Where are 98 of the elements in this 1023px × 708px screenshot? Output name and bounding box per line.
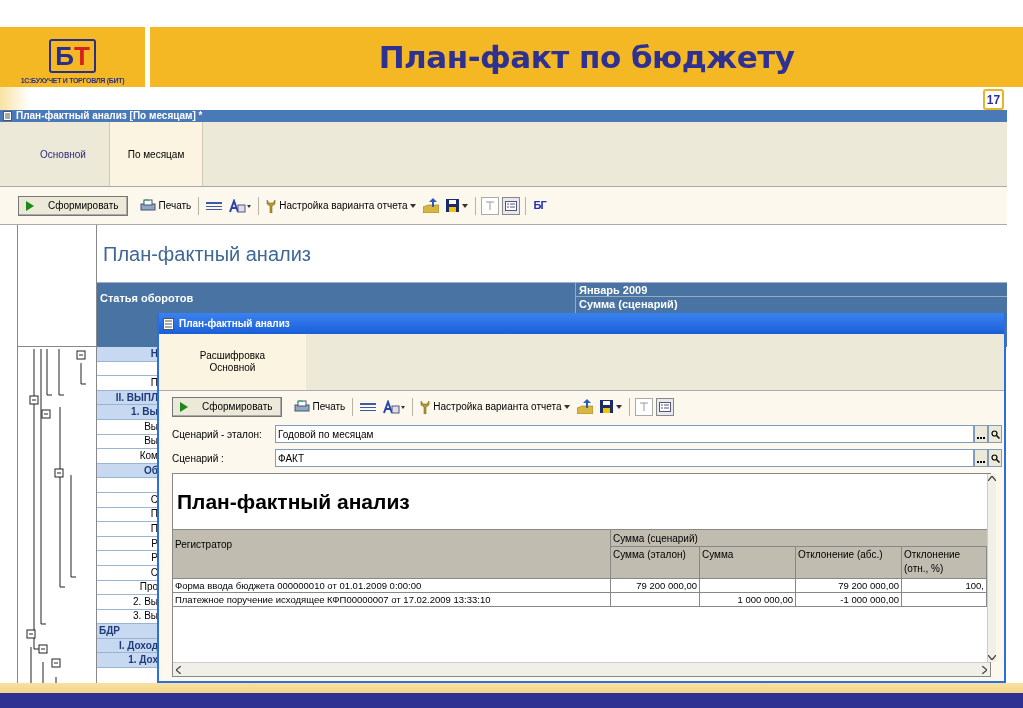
printer-icon: [139, 199, 156, 212]
select-button[interactable]: [974, 425, 988, 443]
horizontal-scrollbar[interactable]: [173, 662, 990, 676]
column-header: Сумма (сценарий): [613, 531, 698, 546]
row-label: П: [150, 378, 158, 388]
lines-icon: [206, 199, 223, 212]
document-icon: [3, 111, 12, 121]
wrench-icon: [266, 198, 277, 213]
row-label: 3. Вы: [133, 611, 158, 622]
upload-icon: [577, 399, 594, 414]
list-toggle-button[interactable]: [656, 397, 675, 416]
row-label: П: [150, 509, 158, 520]
tab[interactable]: Расшифровка Основной: [159, 334, 306, 390]
company-logo: БТ: [49, 38, 96, 73]
slide-title: План-факт по бюджету: [378, 37, 795, 77]
document-icon: [163, 317, 174, 330]
vertical-scrollbar[interactable]: [987, 474, 996, 662]
tab[interactable]: По месяцам: [110, 122, 203, 186]
upload-button[interactable]: [421, 195, 442, 216]
search-icon: [990, 429, 1000, 439]
wrench-icon: [420, 399, 431, 414]
table-cell: -1 000 000,00: [840, 594, 899, 605]
field-label: Сценарий - эталон:: [172, 427, 263, 442]
scroll-down-icon: [988, 655, 996, 660]
printer-icon: [293, 400, 310, 413]
search-icon: [990, 453, 1000, 463]
search-button[interactable]: [988, 425, 1002, 443]
play-icon: [26, 200, 34, 211]
input-field[interactable]: ФАКТ: [275, 449, 974, 467]
column-header: Январь 2009: [576, 283, 1007, 297]
list-icon: [659, 401, 672, 412]
row-label: Р: [151, 553, 158, 564]
select-button[interactable]: [974, 449, 988, 467]
scroll-left-icon: [176, 665, 181, 674]
input-field[interactable]: Годовой по месяцам: [275, 425, 974, 443]
table-cell: 79 200 000,00: [636, 580, 697, 591]
row-label: II. ВЫПЛ: [115, 392, 158, 403]
row-label: Ком: [139, 450, 158, 461]
row-label: С: [150, 494, 158, 505]
generate-button[interactable]: Сформировать: [18, 195, 128, 216]
row-label: Об: [144, 465, 158, 476]
caret-icon: [462, 203, 469, 208]
play-icon: [180, 401, 188, 412]
row-label: Про: [139, 582, 158, 593]
column-header: Отклонение (абс.): [798, 549, 883, 560]
print-button[interactable]: Печать: [137, 195, 194, 216]
table-cell: 1 000 000,00: [737, 594, 793, 605]
lines-icon: [360, 400, 377, 413]
font-format-icon: [383, 399, 406, 414]
save-icon: [600, 400, 614, 413]
row-label: 1. Дох: [128, 655, 158, 666]
column-header: Регистратор: [175, 539, 233, 550]
page-number: 17: [983, 89, 1004, 110]
column-header: Сумма (эталон): [613, 549, 686, 560]
list-icon: [505, 200, 518, 211]
row-label: Р: [151, 538, 158, 549]
row-label: С: [150, 567, 158, 578]
row-label: 1. Вы: [131, 407, 158, 418]
column-header: Статья оборотов: [100, 292, 194, 304]
font-format-icon: [229, 198, 252, 213]
caret-icon: [564, 404, 571, 409]
scroll-right-icon: [982, 665, 987, 674]
field-label: Сценарий :: [172, 451, 225, 466]
table-cell: Платежное поручение исходящее КФП00000007 от 17.02.2009 13:33:10: [175, 594, 491, 605]
report-settings-button[interactable]: Настройка варианта отчета: [418, 396, 573, 417]
generate-button[interactable]: Сформировать: [172, 396, 282, 417]
row-label: Вы: [144, 436, 158, 447]
list-toggle-button[interactable]: [502, 196, 521, 215]
upload-button[interactable]: [575, 396, 596, 417]
window-title: План-фактный анализ: [179, 317, 290, 331]
row-label: П: [150, 523, 158, 534]
text-toggle-button[interactable]: [481, 196, 500, 215]
report-title: План-фактный анализ: [177, 488, 410, 515]
search-button[interactable]: [988, 449, 1002, 467]
text-icon: [485, 200, 496, 211]
report-title: План-фактный анализ: [103, 241, 312, 267]
caret-icon: [410, 203, 417, 208]
row-label: БДР: [99, 626, 120, 637]
row-label: Вы: [144, 421, 158, 432]
table-cell: 79 200 000,00: [838, 580, 899, 591]
table-cell: Форма ввода бюджета 000000010 от 01.01.2009 0:00:00: [175, 580, 422, 591]
print-button[interactable]: Печать: [291, 396, 348, 417]
table-cell: 100,: [965, 580, 984, 591]
caret-icon: [616, 404, 623, 409]
report-settings-button[interactable]: Настройка варианта отчета: [264, 195, 419, 216]
row-label: I. Доход: [118, 640, 158, 651]
row-label: Н: [150, 348, 158, 359]
save-icon: [446, 199, 460, 212]
column-header: Отклонение (отн., %): [904, 549, 961, 574]
bit-logo-button[interactable]: БГ: [531, 197, 548, 214]
text-icon: [639, 401, 650, 412]
row-label: 2. Вы: [133, 596, 158, 607]
text-toggle-button[interactable]: [635, 397, 654, 416]
column-header: Сумма: [702, 549, 734, 560]
upload-icon: [423, 198, 440, 213]
scroll-up-icon: [988, 476, 996, 481]
column-header: Сумма (сценарий): [578, 297, 679, 311]
window-title: План-фактный анализ [По месяцам] *: [16, 111, 203, 121]
